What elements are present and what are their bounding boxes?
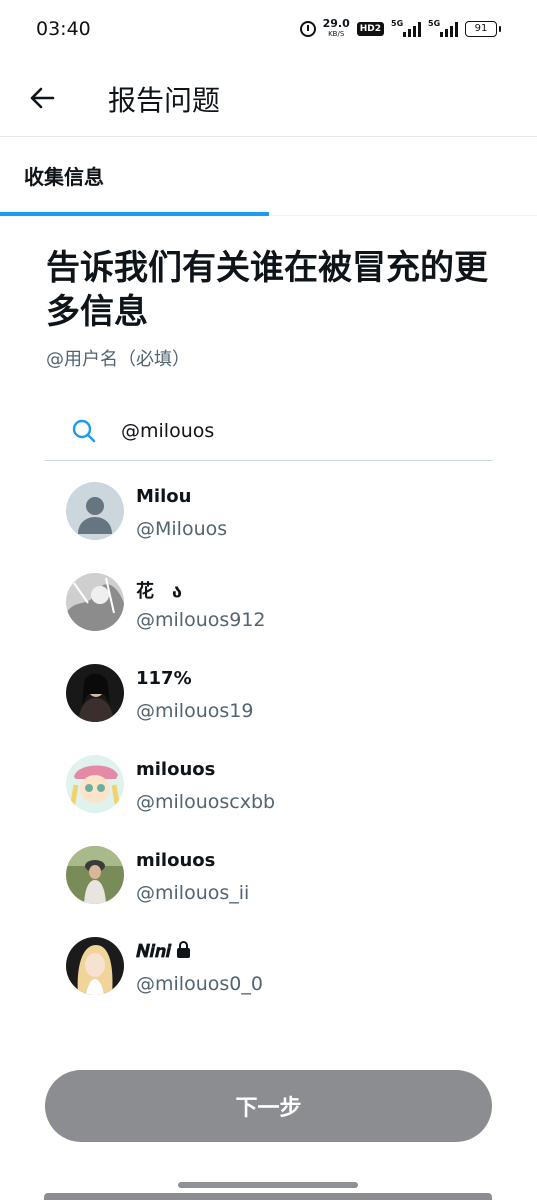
arrow-left-icon	[30, 87, 55, 109]
app-header: 报告问题	[0, 60, 537, 137]
avatar	[66, 573, 124, 631]
result-name-text: 𝑵𝒊𝒏𝒊	[136, 941, 171, 962]
tab-collect-info: 收集信息	[24, 165, 104, 189]
result-item[interactable]: milouos @milouos_ii	[66, 846, 506, 926]
result-handle: @milouos912	[136, 609, 266, 631]
signal-label-1: 5G	[391, 19, 404, 28]
profile-photo	[66, 755, 124, 813]
lock-icon	[176, 941, 190, 958]
username-field-label: @用户名（必填）	[46, 349, 190, 370]
signal-label-2: 5G	[428, 19, 441, 28]
battery-icon: 91	[465, 21, 501, 37]
result-name: Milou	[136, 486, 192, 507]
result-name: milouos	[136, 850, 216, 871]
result-item[interactable]: 花 ა @milouos912	[66, 573, 506, 653]
back-button[interactable]	[22, 78, 62, 118]
search-icon	[72, 419, 96, 443]
result-handle: @milouoscxbb	[136, 791, 276, 813]
signal-icon: 5G	[428, 19, 458, 37]
result-item[interactable]: 117% @milouos19	[66, 664, 506, 744]
result-handle: @milouos19	[136, 700, 254, 722]
alarm-icon	[299, 21, 316, 37]
result-name: 𝑵𝒊𝒏𝒊	[136, 941, 190, 962]
result-item[interactable]: milouos @milouoscxbb	[66, 755, 506, 835]
result-name: 117%	[136, 668, 192, 689]
username-search	[45, 404, 493, 461]
result-name: 花 ა	[136, 581, 182, 602]
page-heading: 告诉我们有关谁在被冒充的更多信息	[46, 248, 488, 332]
profile-photo	[66, 937, 124, 995]
avatar	[66, 482, 124, 540]
avatar	[66, 846, 124, 904]
result-handle: @milouos0_0	[136, 973, 263, 995]
profile-photo	[66, 573, 124, 631]
page-title: 报告问题	[108, 84, 221, 117]
status-bar: 03:40 29.0 KB/S HD2 5G 5G 91	[0, 0, 537, 60]
avatar	[66, 937, 124, 995]
home-indicator[interactable]	[178, 1182, 358, 1188]
bottom-bar	[44, 1193, 492, 1200]
network-speed-unit: KB/S	[328, 30, 345, 38]
result-item[interactable]: 𝑵𝒊𝒏𝒊 @milouos0_0	[66, 937, 506, 1017]
profile-photo	[66, 846, 124, 904]
username-search-input[interactable]	[121, 416, 481, 446]
avatar	[66, 755, 124, 813]
status-icons: 29.0 KB/S HD2 5G 5G 91	[299, 17, 501, 39]
step-tab-bar: 收集信息	[0, 137, 537, 216]
network-speed-value: 29.0	[322, 17, 350, 30]
profile-photo	[66, 664, 124, 722]
network-speed: 29.0 KB/S	[322, 17, 350, 39]
result-handle: @milouos_ii	[136, 882, 250, 904]
hd-badge: HD2	[356, 22, 384, 36]
default-avatar-icon	[66, 482, 124, 540]
result-handle: @Milouos	[136, 518, 228, 540]
status-time: 03:40	[36, 18, 91, 40]
result-name: milouos	[136, 759, 216, 780]
result-item[interactable]: Milou @Milouos	[66, 482, 506, 562]
next-button[interactable]: 下一步	[45, 1070, 492, 1142]
avatar	[66, 664, 124, 722]
search-results-list: Milou @Milouos 花 ა @milouos912 117% @mil…	[0, 463, 537, 1035]
signal-icon: 5G	[391, 19, 421, 37]
step-progress-bar	[0, 212, 269, 216]
